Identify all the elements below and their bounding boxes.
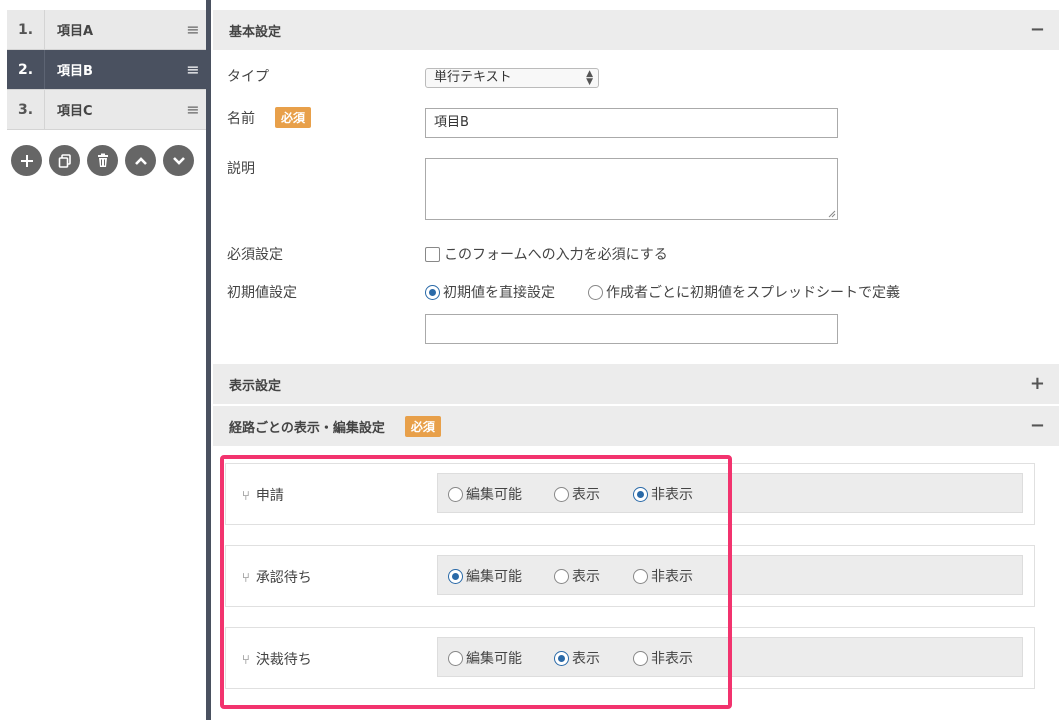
collapse-icon[interactable]: − (1030, 415, 1045, 436)
item-actions (11, 145, 194, 176)
name-input[interactable]: 項目B (425, 108, 838, 138)
item-label: 項目B (57, 64, 93, 79)
type-select[interactable]: 単行テキスト ▲ ▼ (425, 68, 599, 88)
radio-label: 初期値を直接設定 (443, 285, 555, 301)
name-input-value: 項目B (434, 115, 469, 130)
item-number: 2. (17, 61, 34, 78)
description-textarea[interactable] (425, 158, 838, 220)
sidebar-item-a[interactable]: 1. 項目A ≡ (7, 10, 206, 50)
section-title: 基本設定 (229, 24, 282, 40)
default-spreadsheet-radio[interactable]: 作成者ごとに初期値をスプレッドシートで定義 (588, 282, 900, 302)
route-settings-header[interactable]: 経路ごとの表示・編集設定 必須 − (213, 406, 1059, 446)
radio-selected[interactable] (425, 284, 440, 300)
trash-icon[interactable] (87, 145, 118, 176)
copy-icon[interactable] (49, 145, 80, 176)
expand-icon[interactable]: + (1030, 373, 1045, 394)
chevron-up-icon[interactable] (125, 145, 156, 176)
sidebar-item-b[interactable]: 2. 項目B ≡ (7, 50, 206, 90)
sidebar-item-c[interactable]: 3. 項目C ≡ (7, 90, 206, 130)
highlight-box (220, 455, 732, 709)
default-direct-radio[interactable]: 初期値を直接設定 (425, 282, 555, 302)
basic-settings-header[interactable]: 基本設定 − (213, 10, 1059, 50)
drag-handle-icon[interactable]: ≡ (180, 60, 206, 79)
radio-unselected[interactable] (588, 284, 603, 300)
sidebar: 1. 項目A ≡ 2. 項目B ≡ 3. 項目C ≡ (0, 0, 206, 720)
item-label: 項目C (57, 104, 93, 119)
main-panel: 基本設定 − タイプ 単行テキスト ▲ ▼ 名前 必須 項目B 説明 必須設定 こ… (211, 0, 1062, 720)
section-title: 経路ごとの表示・編集設定 (229, 420, 385, 436)
type-select-value: 単行テキスト (434, 70, 512, 85)
type-label: タイプ (227, 69, 269, 85)
resize-grip-icon[interactable] (828, 210, 836, 218)
section-title: 表示設定 (229, 378, 282, 394)
required-checkbox-label: このフォームへの入力を必須にする (444, 247, 668, 263)
description-label: 説明 (227, 161, 255, 177)
required-checkbox[interactable] (425, 246, 440, 262)
default-value-label: 初期値設定 (227, 285, 297, 301)
required-checkbox-row[interactable]: このフォームへの入力を必須にする (425, 244, 668, 264)
chevron-down-icon[interactable] (163, 145, 194, 176)
display-settings-header[interactable]: 表示設定 + (213, 364, 1059, 404)
drag-handle-icon[interactable]: ≡ (180, 20, 206, 39)
drag-handle-icon[interactable]: ≡ (180, 100, 206, 119)
item-number: 3. (17, 101, 34, 118)
default-value-input[interactable] (425, 314, 838, 344)
item-label: 項目A (57, 24, 94, 39)
collapse-icon[interactable]: − (1030, 19, 1045, 40)
select-arrows-icon: ▲ ▼ (586, 69, 593, 87)
item-number: 1. (17, 21, 34, 38)
radio-label: 作成者ごとに初期値をスプレッドシートで定義 (606, 285, 900, 301)
required-badge: 必須 (275, 107, 312, 128)
required-setting-label: 必須設定 (227, 247, 283, 263)
name-label: 名前 (227, 111, 255, 127)
plus-icon[interactable] (11, 145, 42, 176)
required-badge: 必須 (404, 415, 441, 437)
